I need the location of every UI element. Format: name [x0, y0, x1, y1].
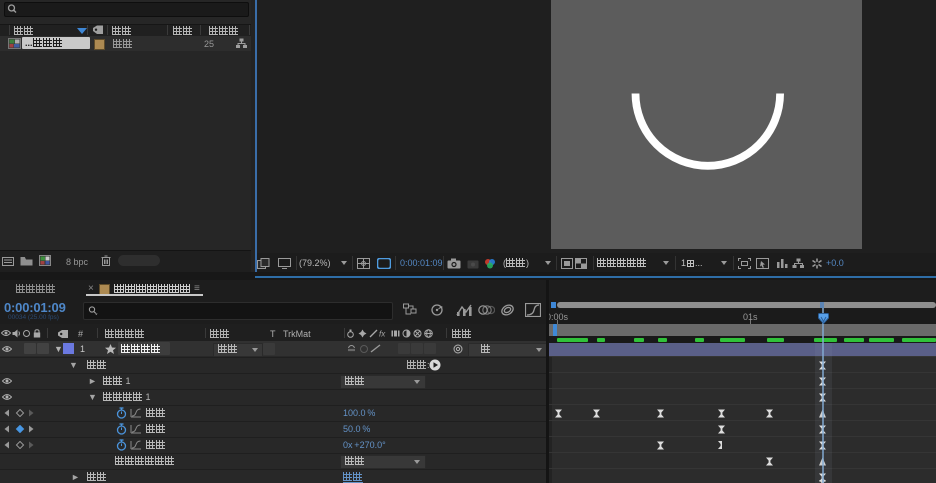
- svg-text:fx: fx: [379, 330, 386, 339]
